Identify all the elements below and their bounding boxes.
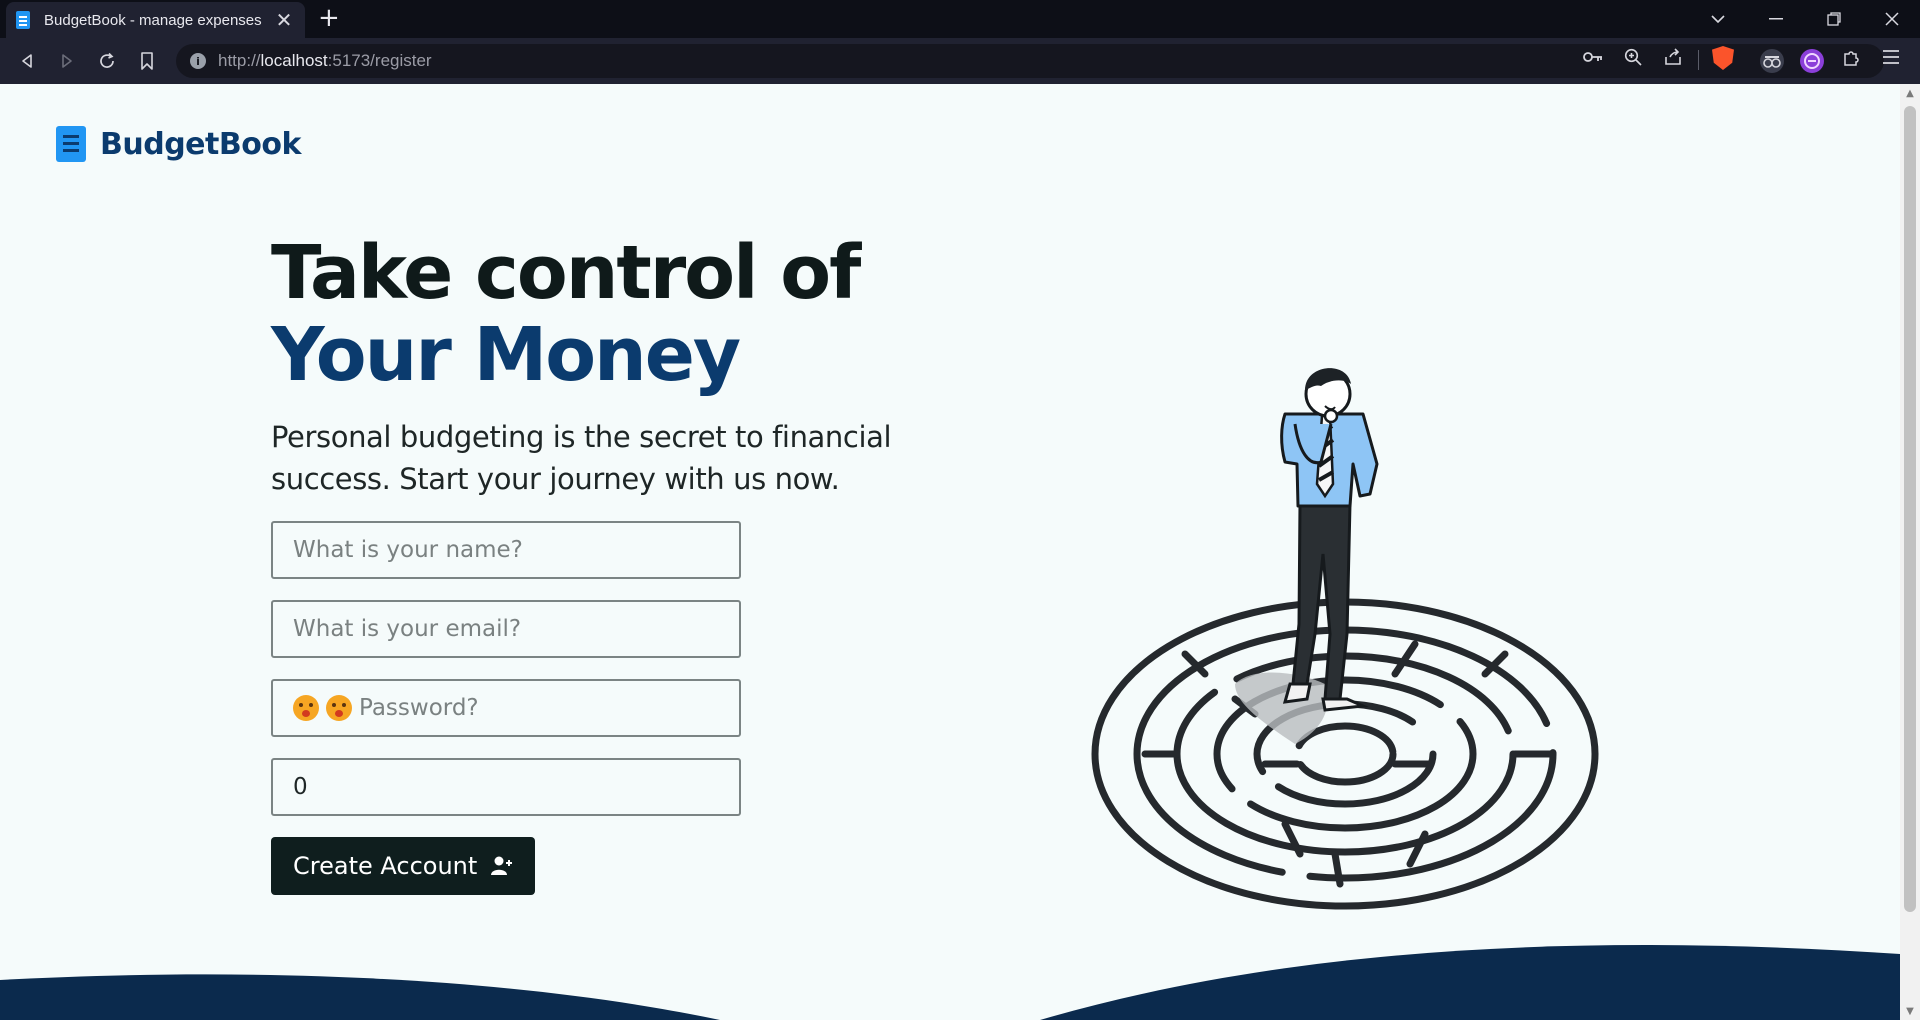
footer-wave: [0, 945, 1900, 1020]
close-window-icon[interactable]: [1864, 0, 1920, 38]
scroll-down-icon[interactable]: ▼: [1900, 1002, 1920, 1020]
extensions-icon[interactable]: [1840, 46, 1862, 68]
tab-close-icon[interactable]: ✕: [273, 8, 295, 32]
restore-window-icon[interactable]: [1806, 0, 1862, 38]
back-icon[interactable]: [12, 46, 42, 76]
new-tab-button[interactable]: +: [318, 3, 340, 33]
tab-list-chevron-icon[interactable]: [1690, 0, 1746, 38]
scrollbar-thumb[interactable]: [1904, 106, 1916, 912]
browser-toolbar: i http://localhost:5173/register: [0, 38, 1920, 84]
forward-icon[interactable]: [52, 46, 82, 76]
minimize-window-icon[interactable]: [1748, 0, 1804, 38]
extension-incognito-icon[interactable]: [1760, 49, 1784, 73]
tab-title: BudgetBook - manage expenses: [44, 11, 262, 29]
browser-tabbar: BudgetBook - manage expenses ✕ +: [0, 0, 1920, 38]
share-icon[interactable]: [1662, 46, 1684, 68]
zoom-icon[interactable]: [1622, 46, 1644, 68]
browser-tab-active[interactable]: BudgetBook - manage expenses ✕: [6, 2, 305, 38]
menu-icon[interactable]: [1880, 46, 1902, 68]
toolbar-separator: [1698, 50, 1699, 70]
reload-icon[interactable]: [92, 46, 122, 76]
extension-purple-icon[interactable]: [1800, 49, 1824, 73]
favicon-receipt-icon: [16, 11, 30, 29]
vertical-scrollbar[interactable]: ▲ ▼: [1900, 84, 1920, 1020]
bookmark-icon[interactable]: [132, 46, 162, 76]
key-icon[interactable]: [1582, 46, 1604, 68]
url-text: http://localhost:5173/register: [218, 51, 432, 70]
scroll-up-icon[interactable]: ▲: [1900, 84, 1920, 102]
site-info-icon[interactable]: i: [190, 53, 206, 69]
page-viewport: BudgetBook Take control of Your Money Pe…: [0, 84, 1900, 1020]
